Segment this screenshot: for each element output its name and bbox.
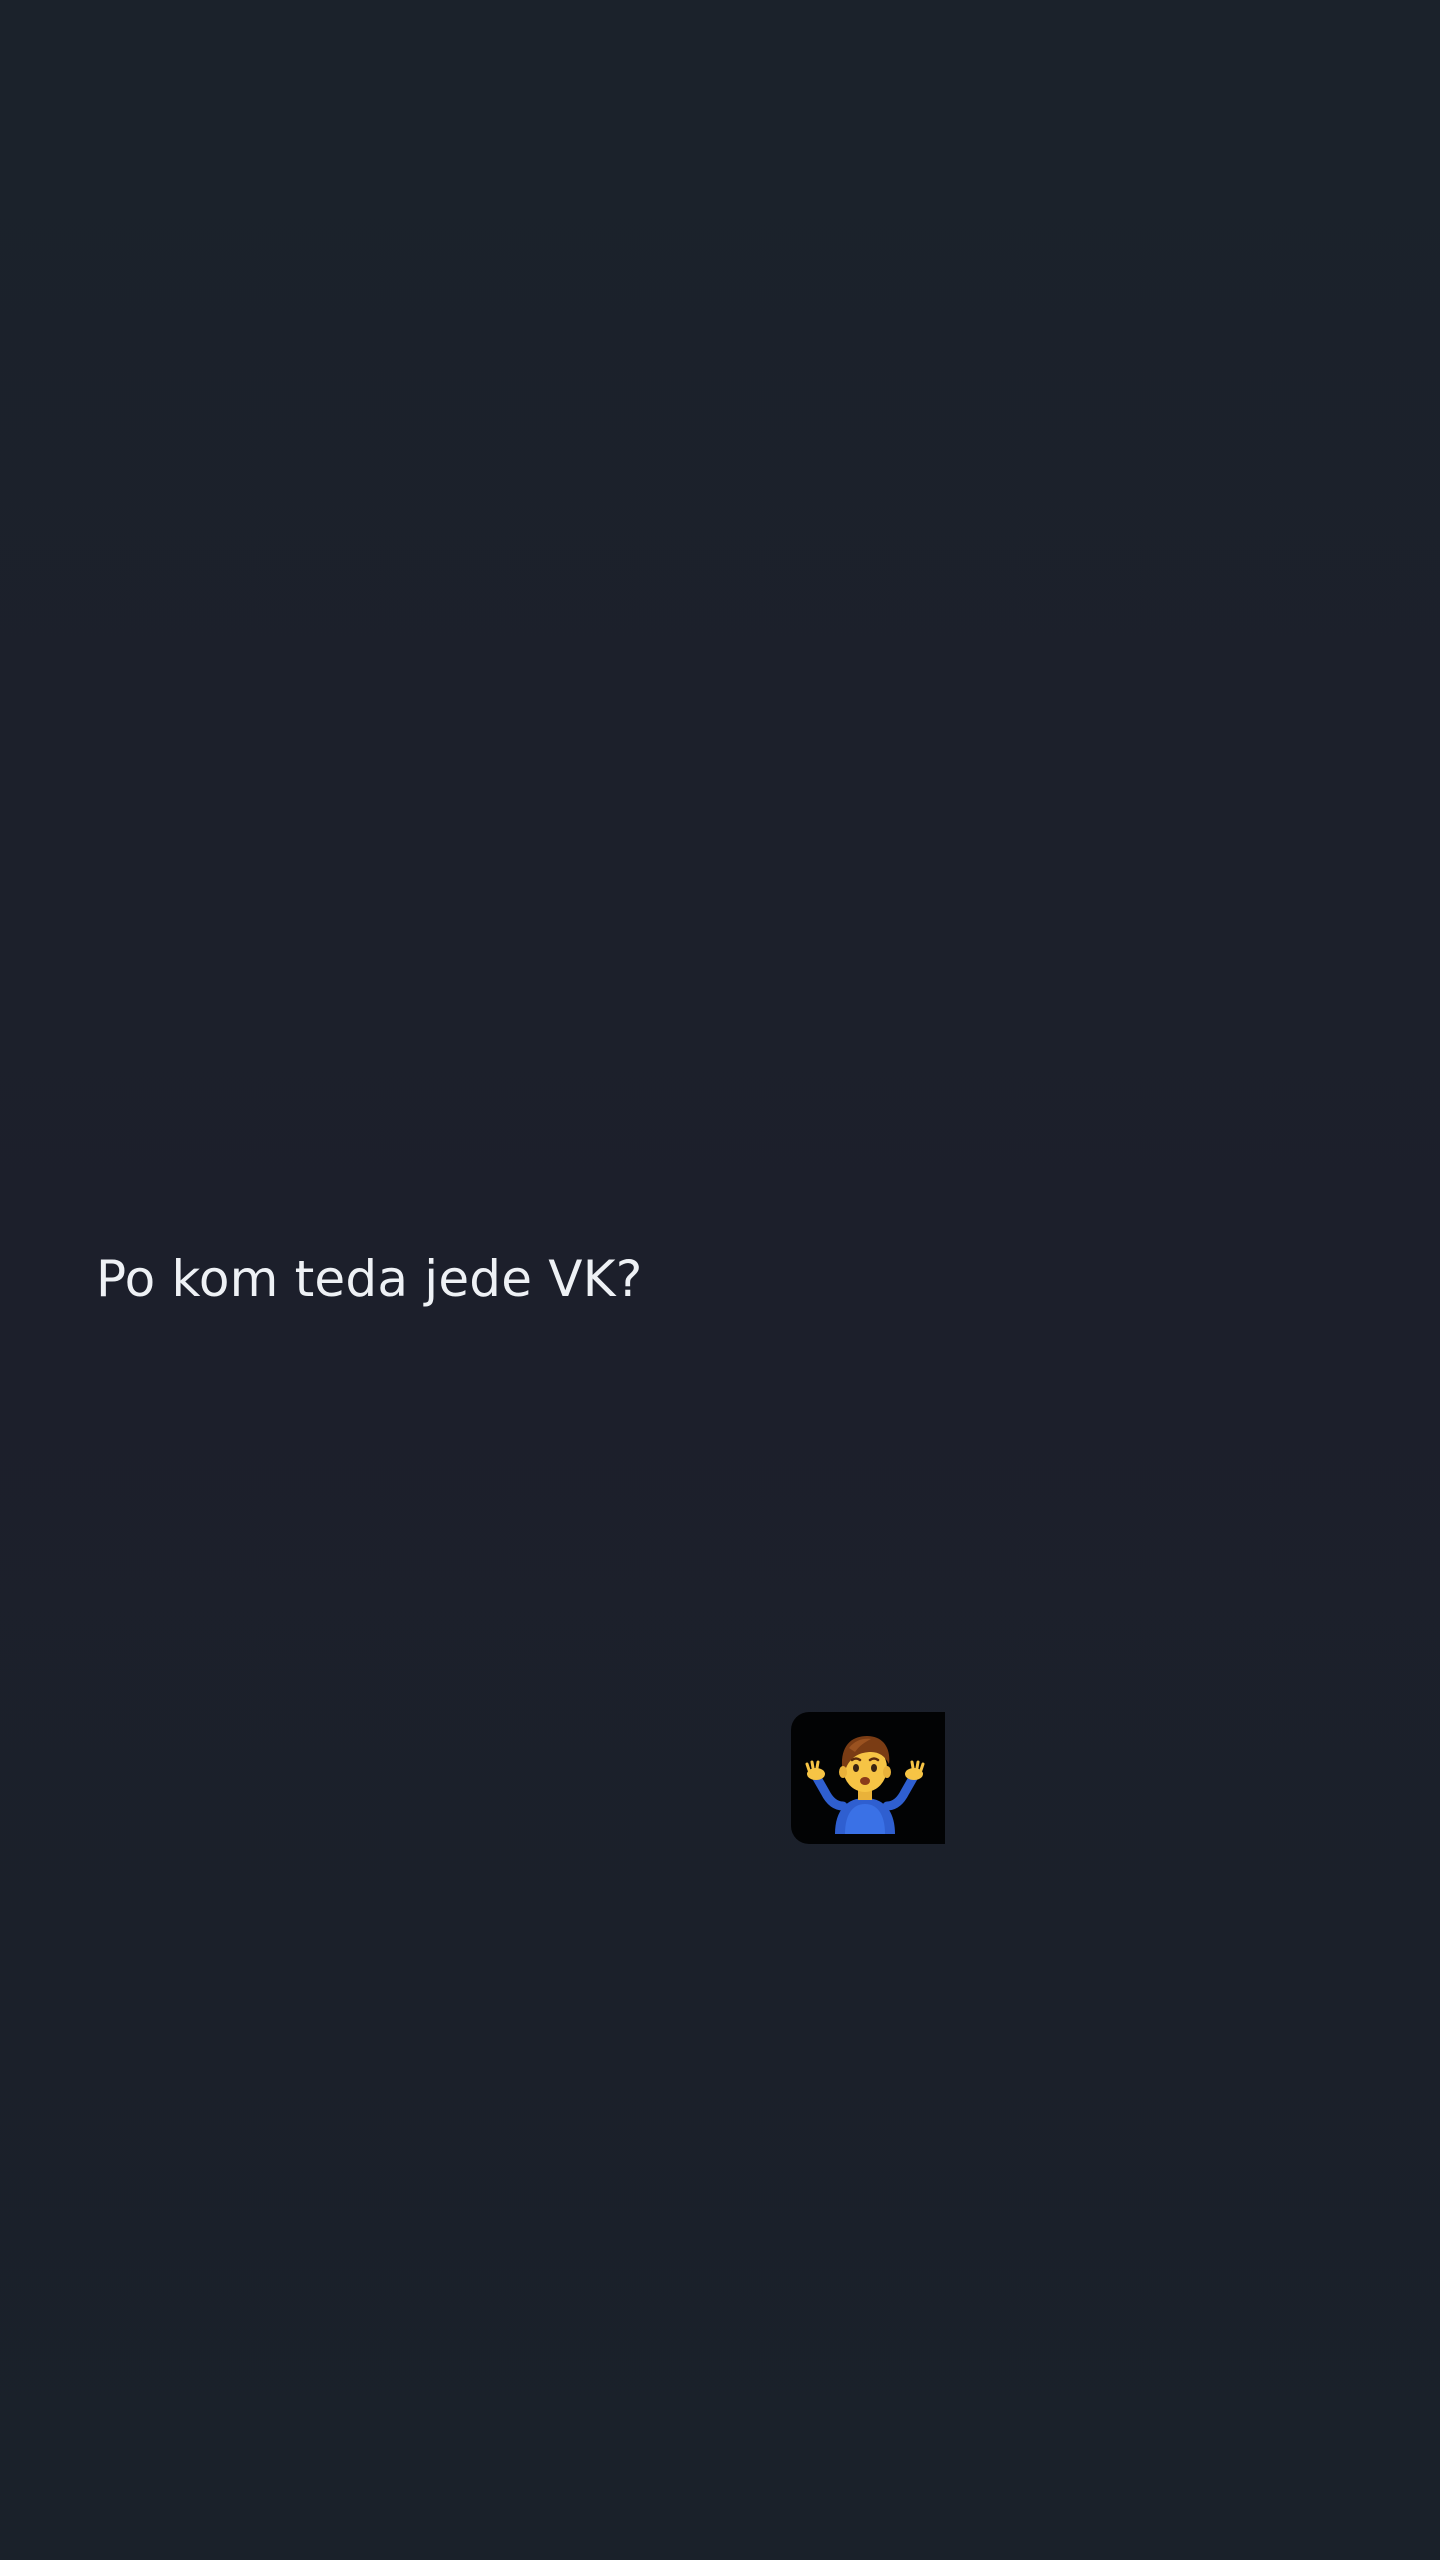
person-shrugging-icon bbox=[805, 1736, 925, 1834]
emoji-sticker[interactable] bbox=[791, 1712, 945, 1844]
question-text: Po kom teda jede VK? bbox=[96, 1250, 643, 1308]
story-screen[interactable]: Po kom teda jede VK? bbox=[0, 0, 1440, 2560]
